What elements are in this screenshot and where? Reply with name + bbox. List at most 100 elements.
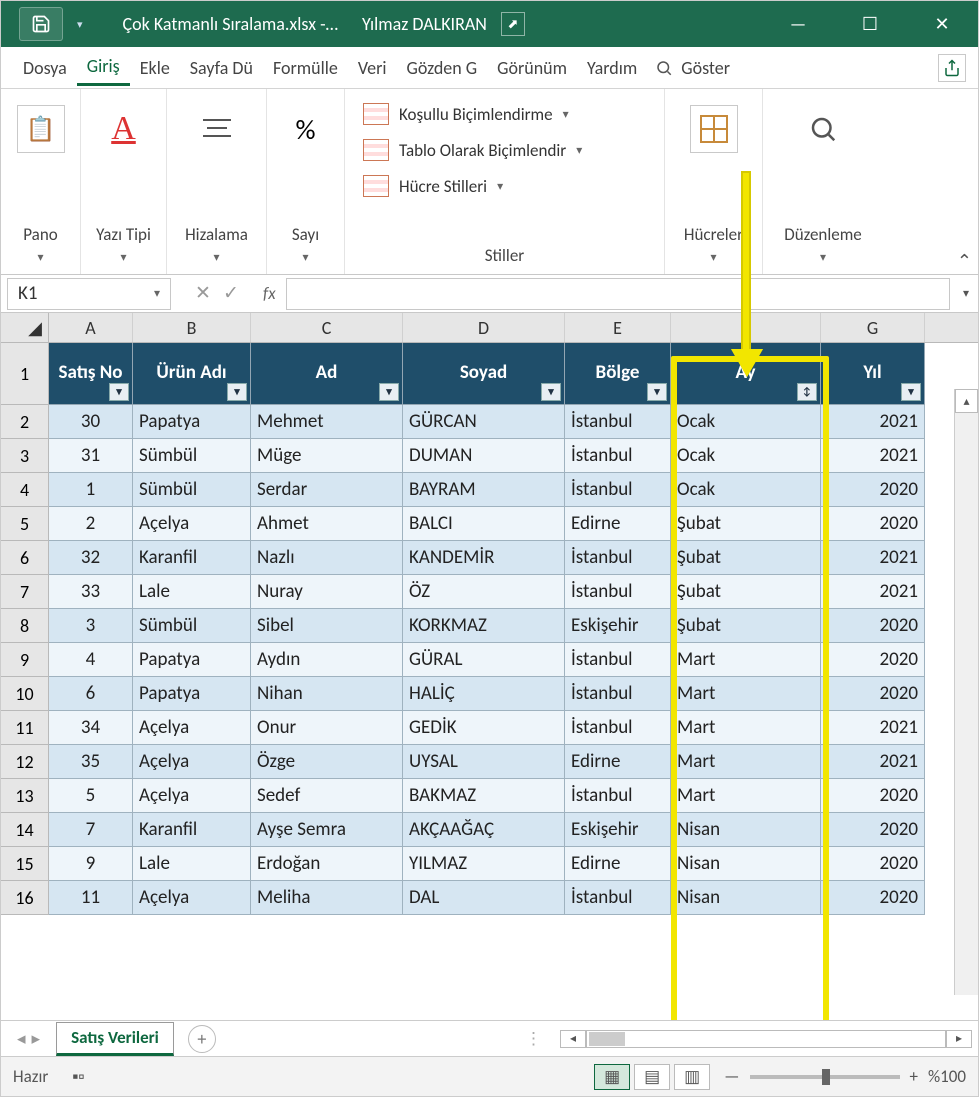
close-button[interactable]: ✕ — [906, 1, 978, 47]
cell[interactable]: İstanbul — [565, 439, 671, 473]
cell[interactable]: 31 — [49, 439, 133, 473]
tab-data[interactable]: Veri — [348, 51, 397, 85]
cell[interactable]: 2020 — [821, 473, 925, 507]
cell[interactable]: 3 — [49, 609, 133, 643]
cell[interactable]: Açelya — [133, 507, 251, 541]
cell[interactable]: İstanbul — [565, 881, 671, 915]
zoom-level[interactable]: %100 — [928, 1066, 966, 1087]
row-header[interactable]: 14 — [1, 813, 49, 847]
font-group-button[interactable]: A — [100, 97, 148, 153]
cell[interactable]: Açelya — [133, 881, 251, 915]
cell[interactable]: 5 — [49, 779, 133, 813]
cell[interactable]: 2020 — [821, 609, 925, 643]
cell[interactable]: DAL — [403, 881, 565, 915]
table-row[interactable]: 1134AçelyaOnurGEDİKİstanbulMart2021 — [1, 711, 978, 745]
col-header-G[interactable]: G — [821, 313, 925, 342]
collapse-ribbon-button[interactable]: ⌃ — [957, 250, 972, 272]
cell[interactable]: HALİÇ — [403, 677, 565, 711]
cell[interactable]: YILMAZ — [403, 847, 565, 881]
cell[interactable]: Erdoğan — [251, 847, 403, 881]
row-header[interactable]: 8 — [1, 609, 49, 643]
view-normal-button[interactable]: ▦ — [594, 1064, 630, 1090]
table-row[interactable]: 106PapatyaNihanHALİÇİstanbulMart2020 — [1, 677, 978, 711]
tab-home[interactable]: Giriş — [77, 49, 130, 86]
cell[interactable]: 2021 — [821, 405, 925, 439]
cell[interactable]: Sedef — [251, 779, 403, 813]
cell[interactable]: Şubat — [671, 609, 821, 643]
cell[interactable]: GÜRAL — [403, 643, 565, 677]
tab-insert[interactable]: Ekle — [130, 51, 180, 85]
cell[interactable]: Mart — [671, 779, 821, 813]
cell-styles-button[interactable]: Hücre Stilleri ▾ — [363, 175, 582, 197]
cell[interactable]: Nisan — [671, 847, 821, 881]
row-header[interactable]: 2 — [1, 405, 49, 439]
cell[interactable]: 2020 — [821, 507, 925, 541]
table-row[interactable]: 632KaranfilNazlıKANDEMİRİstanbulŞubat202… — [1, 541, 978, 575]
horizontal-scrollbar[interactable] — [586, 1030, 946, 1048]
cell[interactable]: Açelya — [133, 779, 251, 813]
table-row[interactable]: 41SümbülSerdarBAYRAMİstanbulOcak2020 — [1, 473, 978, 507]
cell[interactable]: Mart — [671, 745, 821, 779]
cell[interactable]: Papatya — [133, 643, 251, 677]
filter-sort-button-f[interactable]: ↕︎ — [797, 383, 817, 401]
name-box[interactable]: K1 ▾ — [7, 278, 171, 310]
table-row[interactable]: 1611AçelyaMelihaDALİstanbulNisan2020 — [1, 881, 978, 915]
fx-label[interactable]: fx — [263, 283, 276, 304]
cell[interactable]: 9 — [49, 847, 133, 881]
cell[interactable]: 2020 — [821, 813, 925, 847]
cell[interactable]: DUMAN — [403, 439, 565, 473]
cell[interactable]: KANDEMİR — [403, 541, 565, 575]
cell[interactable]: 35 — [49, 745, 133, 779]
cell[interactable]: BAKMAZ — [403, 779, 565, 813]
cell[interactable]: Karanfil — [133, 813, 251, 847]
cell[interactable]: UYSAL — [403, 745, 565, 779]
tab-page-layout[interactable]: Sayfa Dü — [180, 51, 263, 85]
cell[interactable]: 6 — [49, 677, 133, 711]
cell[interactable]: 2020 — [821, 847, 925, 881]
select-all-corner[interactable]: ◢ — [1, 313, 49, 342]
cell[interactable]: Mart — [671, 711, 821, 745]
cell[interactable]: 2020 — [821, 643, 925, 677]
cell[interactable]: Sümbül — [133, 473, 251, 507]
cell[interactable]: Papatya — [133, 677, 251, 711]
cell[interactable]: Şubat — [671, 575, 821, 609]
cell[interactable]: 11 — [49, 881, 133, 915]
view-page-layout-button[interactable]: ▤ — [634, 1064, 670, 1090]
share-button[interactable] — [938, 54, 966, 82]
cell[interactable]: İstanbul — [565, 405, 671, 439]
name-box-dropdown[interactable]: ▾ — [154, 286, 160, 301]
table-row[interactable]: 83SümbülSibelKORKMAZEskişehirŞubat2020 — [1, 609, 978, 643]
sheet-nav-prev[interactable]: ◂ — [17, 1028, 26, 1049]
row-header[interactable]: 16 — [1, 881, 49, 915]
cell[interactable]: Nihan — [251, 677, 403, 711]
editing-group-button[interactable] — [799, 97, 847, 153]
tab-view[interactable]: Görünüm — [487, 51, 577, 85]
col-header-A[interactable]: A — [49, 313, 133, 342]
expand-formula-bar[interactable]: ▾ — [954, 286, 978, 301]
cell[interactable]: Serdar — [251, 473, 403, 507]
table-row[interactable]: 135AçelyaSedefBAKMAZİstanbulMart2020 — [1, 779, 978, 813]
zoom-in-button[interactable]: + — [910, 1066, 918, 1087]
cell[interactable]: AKÇAAĞAÇ — [403, 813, 565, 847]
table-row[interactable]: 52AçelyaAhmetBALCIEdirneŞubat2020 — [1, 507, 978, 541]
hscroll-left[interactable]: ◂ — [560, 1030, 586, 1048]
spreadsheet-grid[interactable]: ◢ A B C D E F G 1 Satış No▾ Ürün Adı▾ Ad… — [1, 313, 978, 1017]
table-row[interactable]: 331SümbülMügeDUMANİstanbulOcak2021 — [1, 439, 978, 473]
minimize-button[interactable]: — — [762, 1, 834, 47]
cell[interactable]: Karanfil — [133, 541, 251, 575]
row-header[interactable]: 15 — [1, 847, 49, 881]
cell[interactable]: 1 — [49, 473, 133, 507]
cell[interactable]: İstanbul — [565, 473, 671, 507]
col-header-C[interactable]: C — [251, 313, 403, 342]
conditional-formatting-button[interactable]: Koşullu Biçimlendirme ▾ — [363, 103, 582, 125]
scroll-up-button[interactable]: ▴ — [955, 389, 978, 413]
col-header-E[interactable]: E — [565, 313, 671, 342]
row-header[interactable]: 9 — [1, 643, 49, 677]
cell[interactable]: 2020 — [821, 779, 925, 813]
cell[interactable]: Eskişehir — [565, 609, 671, 643]
col-header-F[interactable]: F — [671, 313, 821, 342]
row-header[interactable]: 5 — [1, 507, 49, 541]
cell[interactable]: Eskişehir — [565, 813, 671, 847]
cell[interactable]: Özge — [251, 745, 403, 779]
vertical-scrollbar[interactable]: ▴ — [954, 389, 978, 995]
